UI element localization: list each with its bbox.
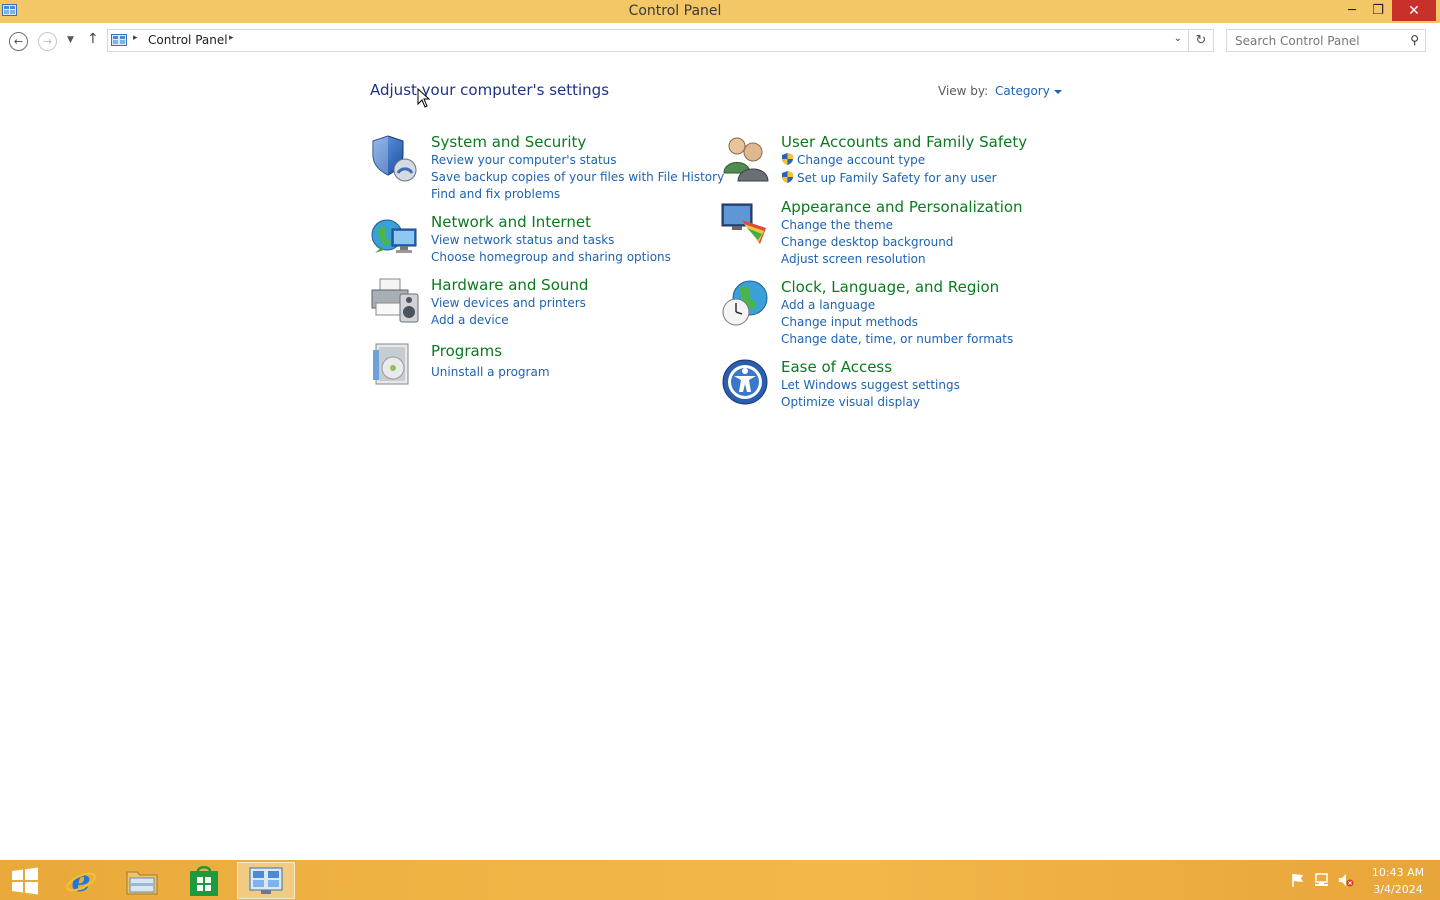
address-dropdown-icon[interactable]: ⌄ — [1174, 33, 1182, 44]
back-button[interactable]: ← — [9, 32, 28, 51]
uac-shield-icon — [782, 171, 793, 183]
category-heading-appearance[interactable]: Appearance and Personalization — [781, 198, 1023, 216]
link-change-account-type[interactable]: Change account type — [797, 153, 925, 167]
folder-icon — [126, 871, 158, 894]
link-input-methods[interactable]: Change input methods — [781, 315, 918, 329]
link-homegroup[interactable]: Choose homegroup and sharing options — [431, 250, 671, 264]
navigation-bar: ← → ▼ ↑ ▸ Control Panel ▸ ⌄ ↻ Search Con… — [0, 23, 1440, 59]
page-title: Adjust your computer's settings — [370, 81, 610, 99]
shield-icon[interactable] — [370, 133, 420, 183]
ease-of-access-icon[interactable] — [720, 358, 770, 408]
mouse-cursor-icon — [417, 88, 430, 108]
clock-time[interactable]: 10:43 AM — [1368, 866, 1428, 879]
control-panel-icon — [249, 867, 283, 894]
close-button[interactable]: ✕ — [1392, 0, 1436, 21]
uac-shield-icon — [782, 153, 793, 165]
maximize-button[interactable]: ❐ — [1363, 0, 1393, 21]
start-button[interactable] — [0, 862, 50, 899]
category-system-security: System and Security Review your computer… — [370, 133, 724, 203]
link-file-history[interactable]: Save backup copies of your files with Fi… — [431, 170, 724, 184]
breadcrumb-control-panel[interactable]: Control Panel — [148, 33, 228, 47]
breadcrumb-separator[interactable]: ▸ — [133, 33, 138, 43]
forward-button[interactable]: → — [38, 32, 57, 51]
taskbar-file-explorer[interactable] — [113, 862, 171, 899]
category-heading-ease-of-access[interactable]: Ease of Access — [781, 358, 892, 376]
up-button[interactable]: ↑ — [87, 31, 99, 47]
link-find-fix-problems[interactable]: Find and fix problems — [431, 187, 560, 201]
breadcrumb-separator[interactable]: ▸ — [229, 33, 234, 43]
category-hardware-sound: Hardware and Sound View devices and prin… — [370, 276, 710, 328]
category-appearance: Appearance and Personalization Change th… — [720, 198, 1060, 268]
view-by-label: View by: — [938, 84, 989, 98]
volume-muted-icon[interactable] — [1338, 872, 1354, 888]
action-center-flag-icon[interactable] — [1290, 872, 1306, 888]
recent-locations-dropdown[interactable]: ▼ — [67, 35, 74, 45]
search-placeholder: Search Control Panel — [1235, 34, 1360, 48]
category-heading-clock-region[interactable]: Clock, Language, and Region — [781, 278, 999, 296]
caret-down-icon — [1053, 89, 1062, 94]
refresh-button[interactable]: ↻ — [1189, 29, 1214, 52]
category-clock-region: Clock, Language, and Region Add a langua… — [720, 278, 1060, 348]
link-suggest-settings[interactable]: Let Windows suggest settings — [781, 378, 960, 392]
windows-logo-icon — [12, 867, 38, 894]
link-review-status[interactable]: Review your computer's status — [431, 153, 617, 167]
taskbar: e 10:43 AM 3/4/2024 — [0, 860, 1440, 900]
category-heading-user-accounts[interactable]: User Accounts and Family Safety — [781, 133, 1027, 151]
link-date-time-formats[interactable]: Change date, time, or number formats — [781, 332, 1013, 346]
category-heading-system-security[interactable]: System and Security — [431, 133, 586, 151]
category-network-internet: Network and Internet View network status… — [370, 213, 710, 265]
users-icon[interactable] — [720, 133, 770, 183]
category-ease-of-access: Ease of Access Let Windows suggest setti… — [720, 358, 1060, 410]
view-by-value: Category — [995, 84, 1050, 98]
link-devices-printers[interactable]: View devices and printers — [431, 296, 586, 310]
network-globe-icon[interactable] — [370, 213, 420, 263]
clock-date[interactable]: 3/4/2024 — [1368, 883, 1428, 896]
link-family-safety[interactable]: Set up Family Safety for any user — [797, 171, 997, 185]
monitor-palette-icon[interactable] — [720, 198, 770, 248]
link-uninstall-program[interactable]: Uninstall a program — [431, 365, 550, 379]
link-add-language[interactable]: Add a language — [781, 298, 875, 312]
internet-explorer-icon: e — [66, 865, 96, 897]
link-desktop-background[interactable]: Change desktop background — [781, 235, 953, 249]
search-icon[interactable]: ⚲ — [1410, 33, 1419, 47]
store-icon — [190, 865, 218, 896]
svg-text:e: e — [71, 865, 90, 897]
link-screen-resolution[interactable]: Adjust screen resolution — [781, 252, 926, 266]
link-add-device[interactable]: Add a device — [431, 313, 509, 327]
address-bar[interactable]: ▸ Control Panel ▸ ⌄ — [107, 29, 1189, 52]
content-area: Adjust your computer's settings View by:… — [0, 59, 1440, 860]
category-heading-hardware-sound[interactable]: Hardware and Sound — [431, 276, 588, 294]
taskbar-store[interactable] — [175, 862, 233, 899]
link-change-theme[interactable]: Change the theme — [781, 218, 893, 232]
programs-disc-icon[interactable] — [370, 342, 420, 392]
search-input[interactable]: Search Control Panel ⚲ — [1226, 29, 1426, 52]
title-bar[interactable]: Control Panel ─ ❐ ✕ — [0, 0, 1440, 23]
view-by-dropdown[interactable]: Category — [995, 84, 1062, 98]
link-network-status[interactable]: View network status and tasks — [431, 233, 614, 247]
taskbar-control-panel[interactable] — [237, 862, 295, 899]
window-title: Control Panel — [628, 3, 722, 19]
category-programs: Programs Uninstall a program — [370, 342, 710, 392]
link-optimize-display[interactable]: Optimize visual display — [781, 395, 920, 409]
category-heading-network-internet[interactable]: Network and Internet — [431, 213, 591, 231]
taskbar-internet-explorer[interactable]: e — [52, 862, 110, 899]
network-icon[interactable] — [1314, 872, 1330, 888]
control-panel-icon — [111, 34, 127, 46]
category-heading-programs[interactable]: Programs — [431, 342, 502, 360]
printer-speaker-icon[interactable] — [370, 276, 420, 326]
category-user-accounts: User Accounts and Family Safety Change a… — [720, 133, 1060, 189]
globe-clock-icon[interactable] — [720, 278, 770, 328]
